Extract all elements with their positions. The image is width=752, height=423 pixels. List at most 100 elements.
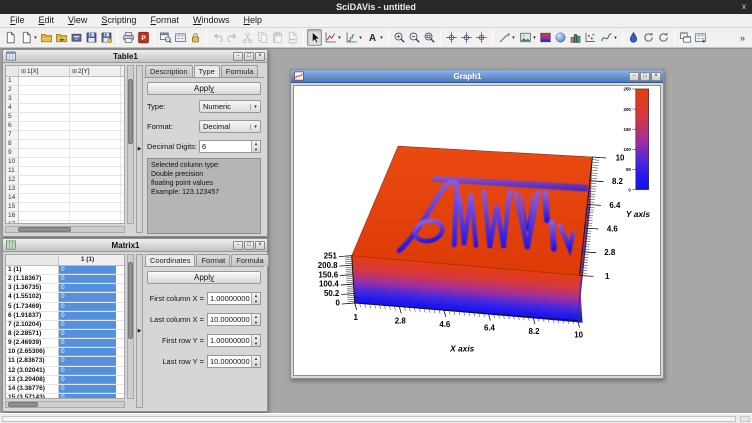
row-number[interactable]: 7 (6, 131, 19, 139)
table-cell[interactable] (19, 95, 70, 103)
matrix-cell[interactable]: 0 (59, 275, 116, 283)
add-text-button[interactable]: ▾ (364, 29, 385, 46)
import-ascii-button[interactable] (69, 29, 84, 46)
table1-column-header-1[interactable]: ⊞1[X] (19, 66, 70, 76)
table-cell[interactable] (19, 185, 70, 193)
table-cell[interactable] (19, 149, 70, 157)
row-number[interactable]: 13 (6, 185, 19, 193)
matrix-row-label[interactable]: 5 (1.73469) (6, 303, 59, 311)
matrix1-tab-format[interactable]: Format (196, 254, 230, 266)
table-cell[interactable] (70, 185, 121, 193)
plot-3d-scatter-button[interactable] (583, 29, 598, 46)
menu-file[interactable]: File (3, 14, 32, 27)
matrix1-minimize-button[interactable]: − (233, 241, 243, 250)
table1-tab-description[interactable]: Description (145, 65, 193, 77)
matrix-cell[interactable]: 0 (59, 330, 116, 338)
table1-minimize-button[interactable]: − (233, 52, 243, 61)
zoom-in-button[interactable] (392, 29, 407, 46)
cut-selection-button[interactable] (240, 29, 255, 46)
menu-edit[interactable]: Edit (32, 14, 62, 27)
row-number[interactable]: 11 (6, 167, 19, 175)
toolbar-overflow-button[interactable]: » (740, 33, 745, 43)
table-cell[interactable] (19, 176, 70, 184)
copy-selection-button[interactable] (255, 29, 270, 46)
add-image-button[interactable]: ▾ (517, 29, 538, 46)
table-cell[interactable] (19, 203, 70, 211)
row-number[interactable]: 4 (6, 104, 19, 112)
table-cell[interactable] (19, 113, 70, 121)
lock-toolbars-button[interactable] (188, 29, 203, 46)
table-cell[interactable] (70, 113, 121, 121)
table-cell[interactable] (70, 212, 121, 220)
matrix-cell[interactable]: 0 (59, 266, 116, 274)
row-number[interactable]: 17 (6, 221, 19, 224)
matrix-row-label[interactable]: 9 (2.46939) (6, 339, 59, 347)
table1-maximize-button[interactable]: □ (244, 52, 254, 61)
matrix-row-label[interactable]: 8 (2.28571) (6, 330, 59, 338)
table-cell[interactable] (19, 131, 70, 139)
matrix-row-label[interactable]: 15 (3.57143) (6, 394, 59, 399)
save-project-button[interactable] (84, 29, 99, 46)
table1-decimal-digits-spinbox[interactable]: 6▲▼ (199, 140, 261, 153)
matrix1-vscroll-thumb[interactable] (128, 262, 133, 339)
table1-vscroll-thumb[interactable] (128, 79, 133, 145)
spin-down-icon[interactable]: ▼ (252, 147, 260, 153)
spin-down-icon[interactable]: ▼ (252, 341, 260, 347)
row-number[interactable]: 9 (6, 149, 19, 157)
table-cell[interactable] (19, 122, 70, 130)
graph1-close-button[interactable]: × (651, 72, 661, 81)
matrix1-vertical-scrollbar[interactable] (127, 254, 134, 399)
rotate-tool-button[interactable] (641, 29, 656, 46)
table-cell[interactable] (70, 122, 121, 130)
table-cell[interactable] (70, 77, 121, 85)
table-cell[interactable] (70, 131, 121, 139)
matrix-row-label[interactable]: 2 (1.18367) (6, 275, 59, 283)
add-column-button[interactable] (693, 29, 708, 46)
table1-tab-formula[interactable]: Formula (221, 65, 259, 77)
row-number[interactable]: 3 (6, 95, 19, 103)
table-cell[interactable] (70, 86, 121, 94)
plot-3d-sphere-button[interactable] (553, 29, 568, 46)
matrix-row-label[interactable]: 13 (3.20408) (6, 376, 59, 384)
spin-buttons[interactable]: ▲▼ (251, 293, 260, 304)
data-reader-button[interactable] (459, 29, 474, 46)
menu-help[interactable]: Help (236, 14, 269, 27)
table-cell[interactable] (70, 140, 121, 148)
row-number[interactable]: 8 (6, 140, 19, 148)
resize-grip[interactable] (740, 416, 750, 422)
clear-selection-button[interactable] (285, 29, 300, 46)
matrix1-tab-formula[interactable]: Formula (231, 254, 269, 266)
matrix-cell[interactable]: 0 (59, 348, 116, 356)
matrix-row-label[interactable]: 12 (3.02041) (6, 367, 59, 375)
matrix1-first-row-y-spinbox[interactable]: 1.00000000▲▼ (207, 334, 261, 347)
export-pdf-button[interactable] (136, 29, 151, 46)
matrix-cell[interactable]: 0 (59, 303, 116, 311)
save-as-template-button[interactable] (99, 29, 114, 46)
matrix1-corner-cell[interactable] (6, 255, 59, 265)
table1-title-bar[interactable]: Table1 −□× (3, 50, 267, 63)
screen-reader-button[interactable] (444, 29, 459, 46)
plot-3d-curves-button[interactable]: ▾ (598, 29, 619, 46)
plot-line-button[interactable]: ▾ (322, 29, 343, 46)
row-number[interactable]: 2 (6, 86, 19, 94)
matrix1-close-button[interactable]: × (255, 241, 265, 250)
spin-down-icon[interactable]: ▼ (252, 299, 260, 305)
graph1-minimize-button[interactable]: − (629, 72, 639, 81)
surface-plot-3d[interactable]: 050.2100.4150.6200.825112.84.66.48.210X … (294, 86, 660, 375)
matrix-cell[interactable]: 0 (59, 293, 116, 301)
table-cell[interactable] (19, 158, 70, 166)
table1-grid[interactable]: ⊞1[X]⊞2[Y]1234567891011121314151617 (5, 65, 125, 224)
main-close-button[interactable]: x (742, 0, 746, 14)
duplicate-window-button[interactable] (158, 29, 173, 46)
menu-scripting[interactable]: Scripting (94, 14, 143, 27)
table-cell[interactable] (70, 149, 121, 157)
row-number[interactable]: 12 (6, 176, 19, 184)
matrix1-title-bar[interactable]: Matrix1 −□× (3, 239, 267, 252)
spin-buttons[interactable]: ▲▼ (251, 141, 260, 152)
plot-statistics-button[interactable]: ▾ (343, 29, 364, 46)
row-number[interactable]: 10 (6, 158, 19, 166)
matrix-row-label[interactable]: 10 (2.65306) (6, 348, 59, 356)
row-number[interactable]: 15 (6, 203, 19, 211)
matrix-row-label[interactable]: 4 (1.55102) (6, 293, 59, 301)
table-cell[interactable] (19, 212, 70, 220)
